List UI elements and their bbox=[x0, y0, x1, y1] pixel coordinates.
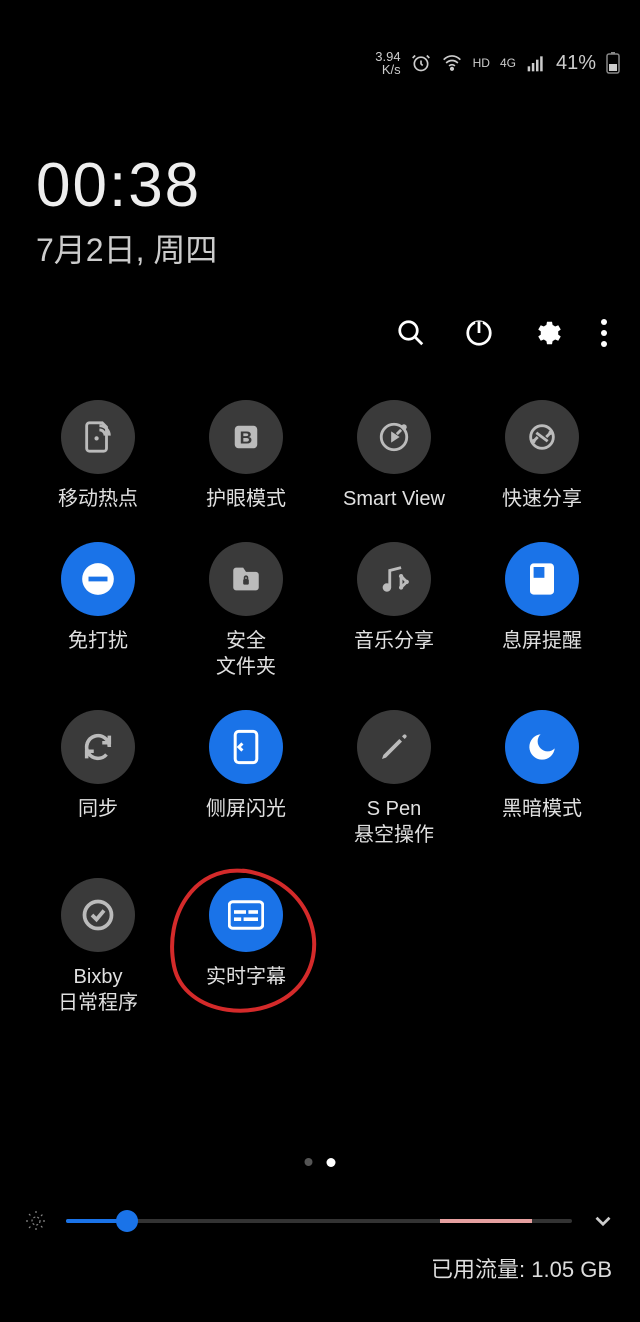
tile-label: 息屏提醒 bbox=[502, 628, 582, 654]
page-indicator[interactable] bbox=[305, 1158, 336, 1167]
tile-eye-comfort[interactable]: B 护眼模式 bbox=[172, 400, 320, 512]
music-share-icon[interactable] bbox=[357, 542, 431, 616]
tile-dark-mode[interactable]: 黑暗模式 bbox=[468, 710, 616, 848]
gear-icon[interactable] bbox=[532, 318, 562, 348]
secure-folder-icon[interactable] bbox=[209, 542, 283, 616]
network-type: 4G bbox=[500, 56, 516, 70]
tile-music-share[interactable]: 音乐分享 bbox=[320, 542, 468, 680]
hd-label: HD bbox=[473, 56, 490, 70]
brightness-icon bbox=[24, 1209, 48, 1233]
tile-label: 免打扰 bbox=[68, 628, 128, 654]
search-icon[interactable] bbox=[396, 318, 426, 348]
clock-date: 7月2日, 周四 bbox=[36, 225, 217, 271]
tile-label: 快速分享 bbox=[502, 486, 582, 512]
network-speed: 3.94 K/s bbox=[375, 50, 400, 76]
tile-label: 安全 文件夹 bbox=[216, 628, 276, 680]
tile-label: 音乐分享 bbox=[354, 628, 434, 654]
sync-icon[interactable] bbox=[61, 710, 135, 784]
edge-lighting-icon[interactable] bbox=[209, 710, 283, 784]
battery-percent: 41% bbox=[556, 52, 596, 75]
brightness-slider-warm-zone bbox=[440, 1219, 531, 1223]
smart-view-icon[interactable] bbox=[357, 400, 431, 474]
svg-text:B: B bbox=[240, 427, 253, 447]
tile-label: S Pen 悬空操作 bbox=[354, 796, 434, 848]
status-bar: 3.94 K/s HD 4G 41% bbox=[375, 50, 620, 76]
tile-dnd[interactable]: 免打扰 bbox=[24, 542, 172, 680]
tile-hotspot[interactable]: 移动热点 bbox=[24, 400, 172, 512]
tile-aod[interactable]: 息屏提醒 bbox=[468, 542, 616, 680]
tile-label: 侧屏闪光 bbox=[206, 796, 286, 822]
quick-tiles-grid: 移动热点 B 护眼模式 Smart View 快速分享免打扰 安全 文件夹 音乐分享 息屏提醒… bbox=[0, 400, 640, 1016]
bixby-routine-icon[interactable] bbox=[61, 878, 135, 952]
tile-sync[interactable]: 同步 bbox=[24, 710, 172, 848]
tile-s-pen[interactable]: S Pen 悬空操作 bbox=[320, 710, 468, 848]
more-icon[interactable] bbox=[600, 318, 608, 348]
chevron-down-icon[interactable] bbox=[590, 1208, 616, 1234]
dnd-icon[interactable] bbox=[61, 542, 135, 616]
tile-label: 同步 bbox=[78, 796, 118, 822]
page-dot bbox=[305, 1158, 313, 1166]
brightness-slider[interactable] bbox=[66, 1219, 572, 1223]
tile-label: 黑暗模式 bbox=[502, 796, 582, 822]
tile-label: Smart View bbox=[343, 486, 445, 512]
action-row bbox=[396, 318, 608, 348]
tile-label: 实时字幕 bbox=[206, 964, 286, 990]
quick-share-icon[interactable] bbox=[505, 400, 579, 474]
data-usage: 已用流量: 1.05 GB bbox=[431, 1252, 612, 1284]
tile-smart-view[interactable]: Smart View bbox=[320, 400, 468, 512]
signal-icon bbox=[526, 53, 546, 73]
tile-label: 移动热点 bbox=[58, 486, 138, 512]
clock-time: 00:38 bbox=[36, 150, 217, 221]
live-caption-icon[interactable] bbox=[209, 878, 283, 952]
tile-label: Bixby 日常程序 bbox=[58, 964, 138, 1016]
tile-quick-share[interactable]: 快速分享 bbox=[468, 400, 616, 512]
alarm-icon bbox=[411, 53, 431, 73]
power-icon[interactable] bbox=[464, 318, 494, 348]
tile-bixby-routine[interactable]: Bixby 日常程序 bbox=[24, 878, 172, 1016]
battery-icon bbox=[606, 52, 620, 74]
tile-label: 护眼模式 bbox=[206, 486, 286, 512]
hotspot-icon[interactable] bbox=[61, 400, 135, 474]
eye-comfort-icon[interactable]: B bbox=[209, 400, 283, 474]
tile-secure-folder[interactable]: 安全 文件夹 bbox=[172, 542, 320, 680]
dark-mode-icon[interactable] bbox=[505, 710, 579, 784]
tile-live-caption[interactable]: 实时字幕 bbox=[172, 878, 320, 1016]
page-dot-active bbox=[327, 1158, 336, 1167]
wifi-icon bbox=[441, 53, 463, 73]
s-pen-icon[interactable] bbox=[357, 710, 431, 784]
clock-block: 00:38 7月2日, 周四 bbox=[36, 150, 217, 271]
aod-icon[interactable] bbox=[505, 542, 579, 616]
brightness-row bbox=[24, 1208, 616, 1234]
tile-edge-lighting[interactable]: 侧屏闪光 bbox=[172, 710, 320, 848]
brightness-slider-thumb[interactable] bbox=[116, 1210, 138, 1232]
